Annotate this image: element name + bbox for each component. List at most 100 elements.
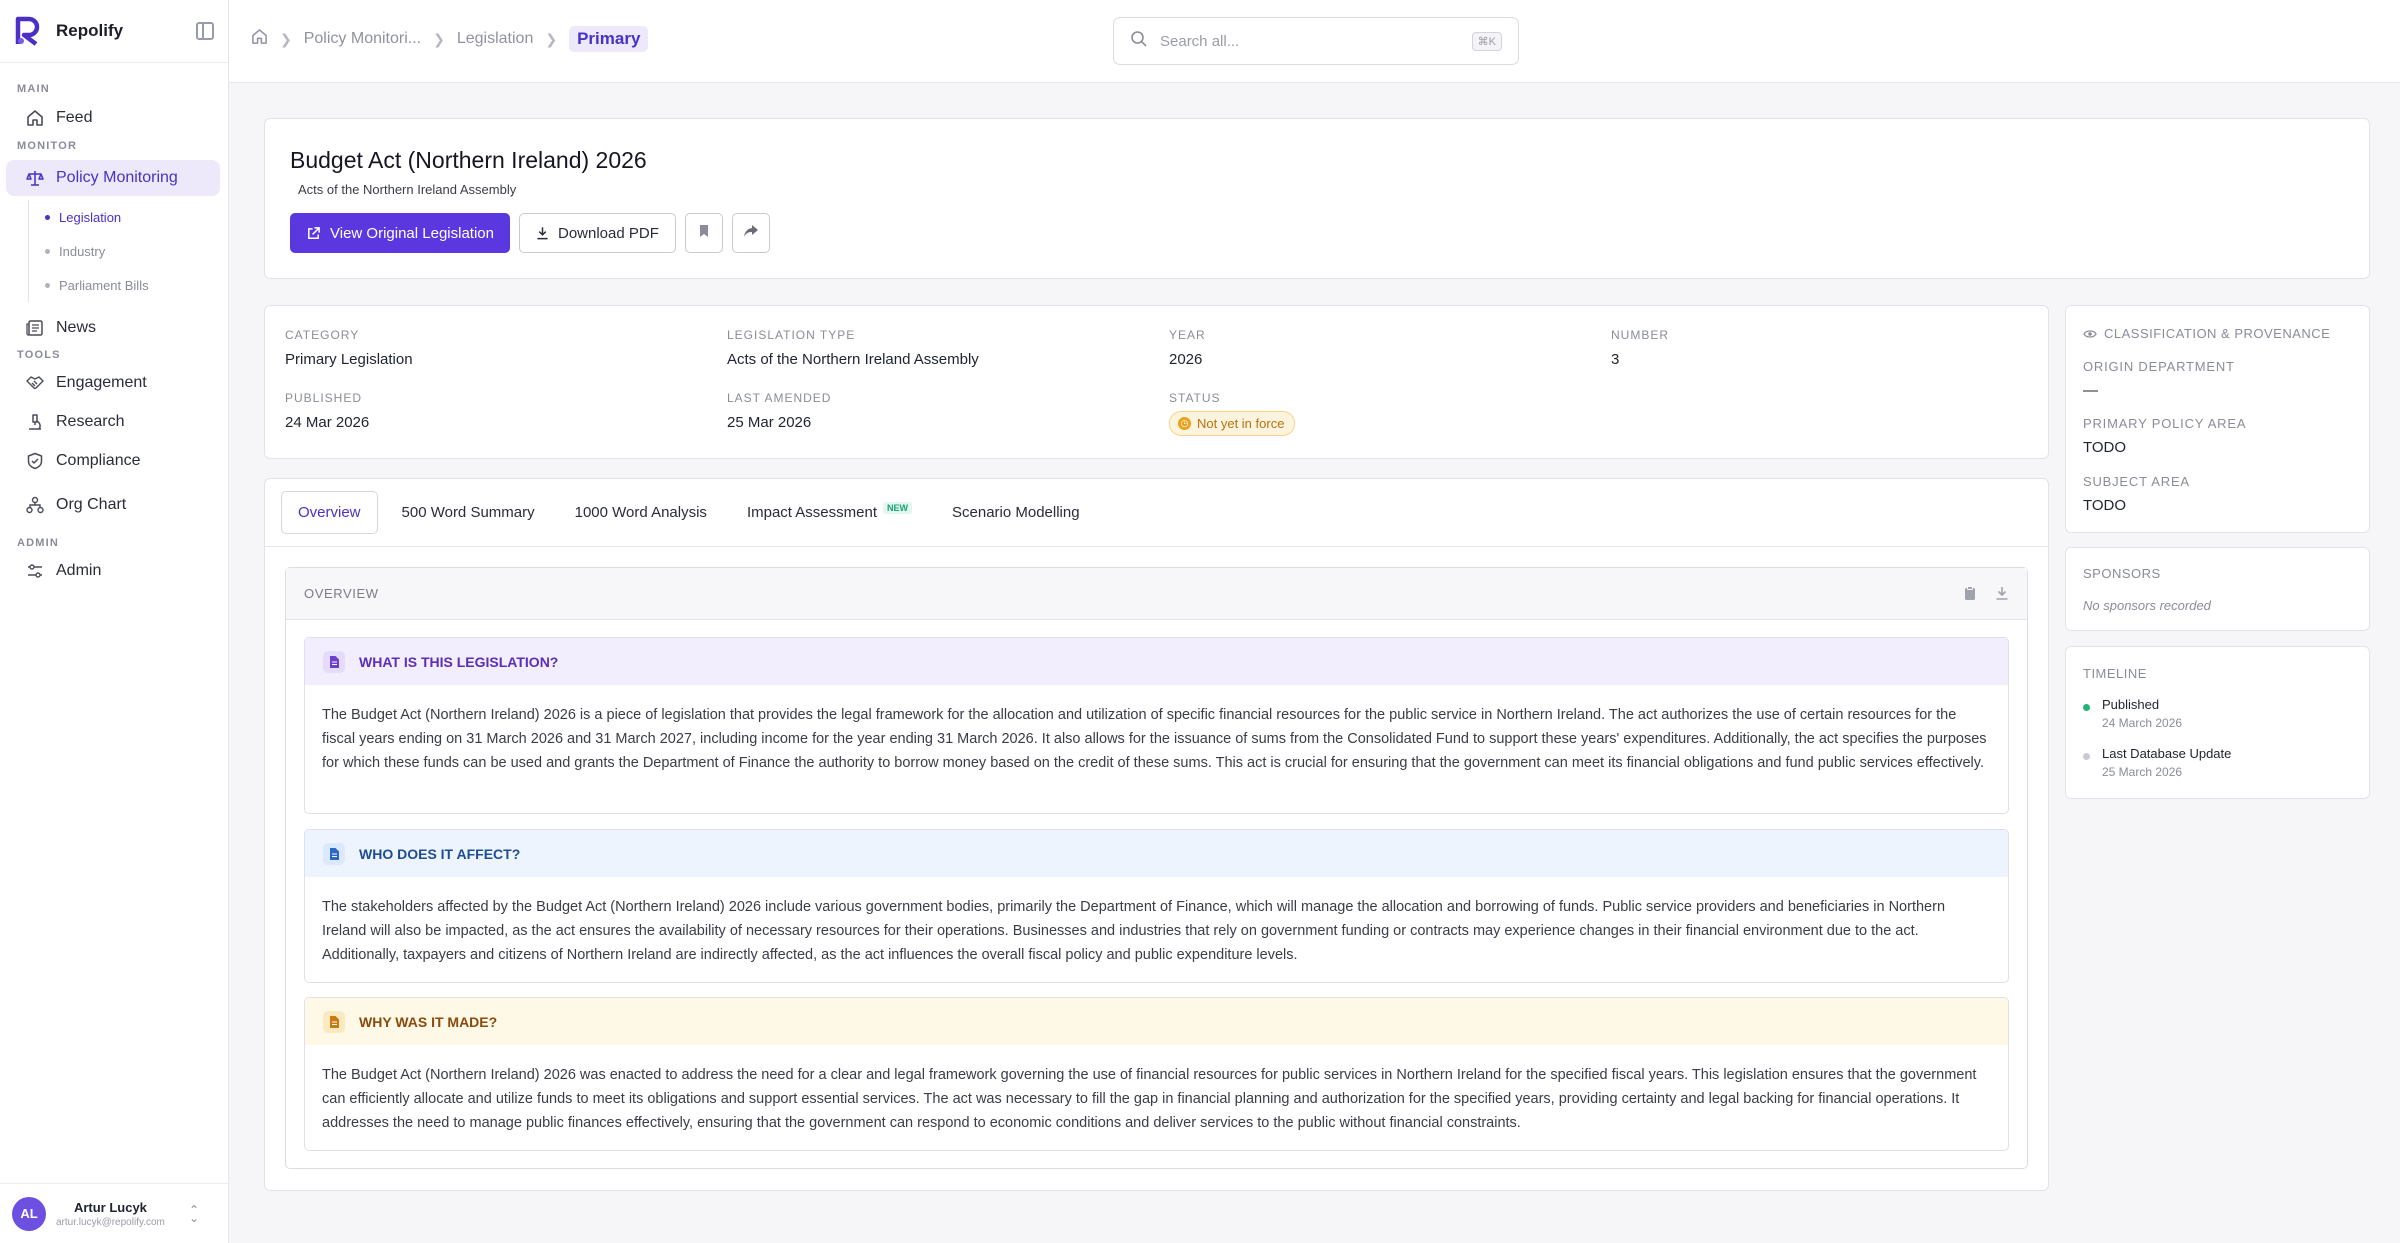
field-value: Acts of the Northern Ireland Assembly [727,351,979,368]
bookmark-button[interactable] [684,213,723,253]
timeline-item: Published 24 March 2026 [2083,697,2182,730]
section-header: WHY WAS IT MADE? [305,998,2008,1045]
new-badge: NEW [883,501,912,514]
tab-impact-assessment[interactable]: Impact Assessment NEW [731,491,928,534]
field-label: NUMBER [1611,328,1670,342]
clock-icon: ◷ [1178,417,1191,430]
sidebar-subitem-legislation[interactable]: Legislation [45,200,228,234]
sidebar-item-research[interactable]: Research [6,404,220,440]
breadcrumb-current: Primary [569,26,649,52]
timeline-label: Last Database Update [2102,746,2232,761]
scales-icon [26,169,44,187]
sidebar-item-org-chart[interactable]: Org Chart [6,487,220,523]
legislation-metadata: CATEGORY Primary Legislation LEGISLATION… [264,305,2049,459]
document-icon [323,650,345,673]
overview-panel: OVERVIEW WHAT IS THIS LEGISLATION? The B… [285,567,2028,1169]
download-icon[interactable] [1995,586,2009,601]
section-label-tools: TOOLS [17,349,61,361]
chevron-up-down-icon[interactable]: ⌃ ⌄ [189,1204,199,1224]
share-button[interactable] [731,213,770,253]
field-category: CATEGORY Primary Legislation [285,328,413,368]
breadcrumb-legislation[interactable]: Legislation [457,30,534,48]
tab-label: Impact Assessment [746,504,877,521]
field-label: PRIMARY POLICY AREA [2083,416,2247,431]
handshake-icon [26,374,44,392]
shield-check-icon [26,452,44,470]
section-header: WHAT IS THIS LEGISLATION? [305,638,2008,685]
home-icon [26,109,44,127]
timeline-card: TIMELINE Published 24 March 2026 Last Da… [2065,646,2370,799]
field-label: CATEGORY [285,328,360,342]
timeline-dot-icon [2083,704,2090,711]
tab-overview[interactable]: Overview [281,491,378,534]
sidebar-item-engagement[interactable]: Engagement [6,365,220,401]
search-input[interactable]: Search all... ⌘K [1113,17,1519,65]
chevron-right-icon: ❯ [433,30,445,47]
overview-header: OVERVIEW [286,568,2027,620]
tab-divider [265,546,2048,547]
field-value: TODO [2083,497,2127,514]
legislation-header: Budget Act (Northern Ireland) 2026 Acts … [264,118,2370,279]
tab-1000-word-analysis[interactable]: 1000 Word Analysis [559,491,723,534]
header-actions: View Original Legislation Download PDF [290,213,779,253]
sidebar-item-admin[interactable]: Admin [6,553,220,589]
sidebar-item-label: Feed [56,109,93,126]
sidebar-subitem-parliament-bills[interactable]: Parliament Bills [45,268,228,302]
download-pdf-button[interactable]: Download PDF [518,213,676,253]
view-original-button[interactable]: View Original Legislation [290,213,510,253]
sidebar-collapse-icon[interactable] [196,22,214,40]
sidebar-subitem-label: Legislation [59,209,122,225]
section-who-does-it-affect: WHO DOES IT AFFECT? The stakeholders aff… [304,829,2009,983]
topbar: ❯ Policy Monitori... ❯ Legislation ❯ Pri… [229,0,2400,83]
field-label: SUBJECT AREA [2083,474,2190,489]
field-published: PUBLISHED 24 Mar 2026 [285,391,369,431]
sidebar-item-compliance[interactable]: Compliance [6,443,220,479]
user-meta: Artur Lucyk artur.lucyk@repolify.com [56,1200,165,1228]
classification-title-text: CLASSIFICATION & PROVENANCE [2104,326,2331,341]
section-body: The stakeholders affected by the Budget … [322,899,1946,963]
breadcrumb: ❯ Policy Monitori... ❯ Legislation ❯ Pri… [251,26,649,52]
sidebar-item-label: Admin [56,562,102,579]
copy-icon[interactable] [1963,586,1977,601]
classification-card: CLASSIFICATION & PROVENANCE ORIGIN DEPAR… [2065,305,2370,533]
bullet-dot-icon [45,214,50,220]
field-primary-policy-area: PRIMARY POLICY AREA TODO [2083,416,2246,456]
user-menu[interactable]: AL Artur Lucyk artur.lucyk@repolify.com … [0,1183,229,1243]
bullet-dot-icon [45,282,50,288]
home-icon[interactable] [251,28,268,50]
field-label: ORIGIN DEPARTMENT [2083,359,2235,374]
org-chart-icon [26,496,44,514]
timeline-date: 24 March 2026 [2102,716,2183,730]
section-label-monitor: MONITOR [17,140,78,152]
sidebar-item-news[interactable]: News [6,310,220,346]
repolify-logo-icon[interactable] [14,16,44,46]
sidebar-item-policy-monitoring[interactable]: Policy Monitoring [6,160,220,196]
tab-scenario-modelling[interactable]: Scenario Modelling [936,491,1096,534]
bookmark-icon [697,224,711,243]
field-status: STATUS ◷ Not yet in force [1169,391,1296,436]
sponsors-empty: No sponsors recorded [2083,598,2211,613]
tab-500-word-summary[interactable]: 500 Word Summary [386,491,551,534]
classification-title: CLASSIFICATION & PROVENANCE [2083,326,2330,341]
field-number: NUMBER 3 [1611,328,1669,368]
field-value: 3 [1611,351,1620,368]
newspaper-icon [26,319,44,337]
field-label: YEAR [1169,328,1206,342]
avatar: AL [12,1196,46,1231]
field-subject-area: SUBJECT AREA TODO [2083,474,2190,514]
section-what-is-this: WHAT IS THIS LEGISLATION? The Budget Act… [304,637,2009,814]
search-shortcut: ⌘K [1471,31,1502,51]
section-label-main: MAIN [17,83,50,95]
sidebar-subitem-label: Parliament Bills [59,277,149,293]
sidebar-item-label: Org Chart [56,496,127,513]
share-icon [743,224,759,243]
breadcrumb-policy-monitoring[interactable]: Policy Monitori... [304,30,421,48]
sidebar-subitem-industry[interactable]: Industry [45,234,228,268]
external-link-icon [306,226,321,241]
page-subtitle: Acts of the Northern Ireland Assembly [298,182,517,197]
status-badge: ◷ Not yet in force [1169,411,1296,436]
page-title: Budget Act (Northern Ireland) 2026 [290,147,647,173]
field-value: 25 Mar 2026 [727,414,812,431]
sidebar-item-feed[interactable]: Feed [6,100,220,136]
section-heading: WHO DOES IT AFFECT? [359,845,521,862]
